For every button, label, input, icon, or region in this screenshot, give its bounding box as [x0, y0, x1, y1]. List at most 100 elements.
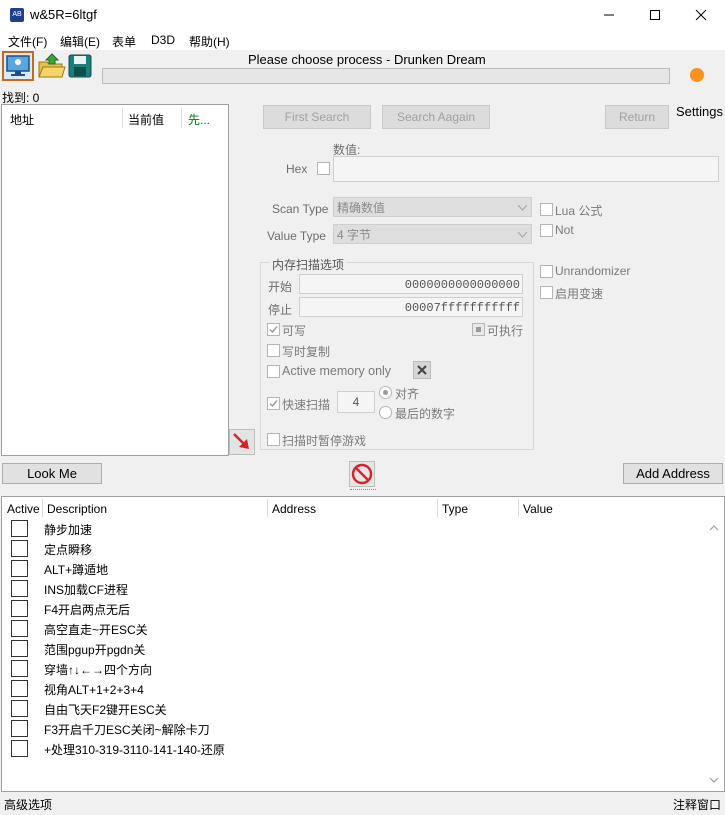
- not-checkbox[interactable]: [540, 224, 553, 237]
- col-divider: [518, 499, 519, 517]
- pause-game-label: 扫描时暂停游戏: [282, 434, 367, 448]
- menu-file[interactable]: 文件(F): [8, 33, 47, 50]
- hex-label: Hex: [286, 162, 308, 176]
- first-search-button[interactable]: First Search: [263, 105, 371, 129]
- last-digits-radio[interactable]: [379, 406, 392, 419]
- row-description[interactable]: 穿墙↑↓←→四个方向: [44, 661, 152, 678]
- stop-address-input[interactable]: 00007fffffffffff: [299, 297, 523, 317]
- open-process-button[interactable]: [2, 51, 34, 81]
- row-description[interactable]: 高空直走~开ESC关: [44, 621, 148, 638]
- check-icon: [269, 400, 278, 408]
- open-folder-icon: [38, 53, 66, 78]
- executable-checkbox[interactable]: [472, 323, 485, 336]
- col-type[interactable]: Type: [442, 502, 468, 516]
- status-indicator-icon[interactable]: [690, 68, 704, 82]
- row-active-checkbox[interactable]: [11, 580, 28, 597]
- settings-link[interactable]: Settings: [676, 104, 723, 119]
- value-type-value: 4 字节: [337, 228, 372, 242]
- col-description[interactable]: Description: [47, 502, 107, 516]
- row-active-checkbox[interactable]: [11, 600, 28, 617]
- row-description[interactable]: F4开启两点无后: [44, 601, 130, 618]
- row-active-checkbox[interactable]: [11, 740, 28, 757]
- fast-scan-input[interactable]: 4: [337, 391, 375, 413]
- row-active-checkbox[interactable]: [11, 620, 28, 637]
- look-me-button[interactable]: Look Me: [2, 463, 102, 484]
- return-button[interactable]: Return: [605, 105, 669, 129]
- address-list-scrollbar[interactable]: [706, 520, 722, 788]
- col-current-value[interactable]: 当前值: [128, 111, 164, 128]
- col-address[interactable]: Address: [272, 502, 316, 516]
- start-address-label: 开始: [268, 280, 293, 294]
- row-active-checkbox[interactable]: [11, 540, 28, 557]
- row-description[interactable]: 范围pgup开pgdn关: [44, 641, 145, 658]
- add-address-button[interactable]: Add Address: [623, 463, 723, 484]
- row-description[interactable]: 静步加速: [44, 521, 92, 538]
- menu-table[interactable]: 表单: [112, 33, 136, 50]
- row-active-checkbox[interactable]: [11, 560, 28, 577]
- row-active-checkbox[interactable]: [11, 660, 28, 677]
- status-bar: 高级选项 注释窗口: [0, 792, 725, 815]
- row-description[interactable]: F3开启千刀ESC关闭~解除卡刀: [44, 721, 210, 738]
- unrandomizer-checkbox[interactable]: [540, 265, 553, 278]
- row-description[interactable]: 自由飞天F2键开ESC关: [44, 701, 167, 718]
- scan-type-select[interactable]: 精确数值: [333, 197, 532, 217]
- advanced-options-link[interactable]: 高级选项: [4, 796, 52, 813]
- row-description[interactable]: ALT+蹲遁地: [44, 561, 108, 578]
- address-list[interactable]: Active Description Address Type Value 静步…: [1, 496, 725, 792]
- row-active-checkbox[interactable]: [11, 640, 28, 657]
- save-button[interactable]: [66, 52, 98, 82]
- align-radio[interactable]: [379, 386, 392, 399]
- value-type-select[interactable]: 4 字节: [333, 224, 532, 244]
- minimize-button[interactable]: [586, 0, 632, 30]
- row-description[interactable]: 视角ALT+1+2+3+4: [44, 681, 144, 698]
- row-active-checkbox[interactable]: [11, 700, 28, 717]
- not-label: Not: [555, 223, 574, 237]
- lua-formula-checkbox[interactable]: [540, 203, 553, 216]
- align-label: 对齐: [395, 387, 420, 401]
- add-to-list-button[interactable]: [229, 429, 255, 455]
- row-active-checkbox[interactable]: [11, 520, 28, 537]
- row-active-checkbox[interactable]: [11, 680, 28, 697]
- pause-game-checkbox[interactable]: [267, 433, 280, 446]
- menu-bar: 文件(F) 编辑(E) 表单 D3D 帮助(H): [0, 30, 725, 50]
- row-active-checkbox[interactable]: [11, 720, 28, 737]
- save-icon: [68, 54, 92, 78]
- fast-scan-checkbox[interactable]: [267, 397, 280, 410]
- stop-scan-button[interactable]: [349, 461, 375, 487]
- open-file-button[interactable]: [36, 52, 68, 82]
- menu-d3d[interactable]: D3D: [151, 33, 175, 47]
- window-title: w&5R=6ltgf: [30, 7, 97, 22]
- col-divider: [122, 108, 123, 128]
- unrandomizer-label: Unrandomizer: [555, 264, 631, 278]
- row-description[interactable]: INS加载CF进程: [44, 581, 128, 598]
- writable-label: 可写: [282, 324, 307, 338]
- comments-window-link[interactable]: 注释窗口: [673, 796, 721, 813]
- start-address-input[interactable]: 0000000000000000: [299, 274, 523, 294]
- results-list[interactable]: 地址 当前值 先...: [1, 104, 229, 456]
- col-previous-value[interactable]: 先...: [188, 111, 210, 128]
- hex-checkbox[interactable]: [317, 162, 330, 175]
- col-value[interactable]: Value: [523, 502, 553, 516]
- stop-icon: [351, 463, 373, 485]
- menu-edit[interactable]: 编辑(E): [60, 33, 100, 50]
- menu-help[interactable]: 帮助(H): [189, 33, 230, 50]
- copy-on-write-checkbox[interactable]: [267, 344, 280, 357]
- scroll-down-icon: [709, 777, 719, 783]
- speedhack-checkbox[interactable]: [540, 286, 553, 299]
- col-active[interactable]: Active: [7, 502, 40, 516]
- maximize-button[interactable]: [632, 0, 678, 30]
- executable-label: 可执行: [487, 324, 524, 338]
- value-input[interactable]: [333, 156, 719, 182]
- splitter-handle[interactable]: [350, 489, 376, 493]
- writable-checkbox[interactable]: [267, 323, 280, 336]
- active-memory-checkbox[interactable]: [267, 365, 280, 378]
- clear-memory-filter-button[interactable]: [413, 361, 431, 379]
- close-button[interactable]: [678, 0, 724, 30]
- row-description[interactable]: +处理310-319-3110-141-140-还原: [44, 741, 225, 758]
- monitor-icon: [6, 55, 30, 76]
- row-description[interactable]: 定点瞬移: [44, 541, 92, 558]
- col-address[interactable]: 地址: [10, 111, 34, 128]
- arrow-down-right-icon: [233, 433, 249, 449]
- col-divider: [42, 499, 43, 517]
- search-again-button[interactable]: Search Aagain: [382, 105, 490, 129]
